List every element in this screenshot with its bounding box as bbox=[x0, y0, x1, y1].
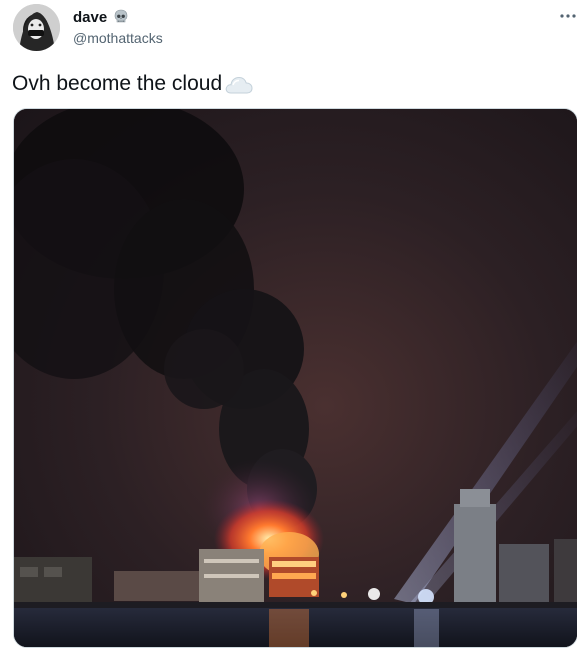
tweet-header: dave @mothattacks bbox=[0, 0, 577, 60]
author-display-name[interactable]: dave bbox=[73, 9, 107, 26]
tweet-text-body: Ovh become the cloud bbox=[12, 72, 223, 95]
fire-photo-image bbox=[14, 109, 577, 647]
author-name-row[interactable]: dave bbox=[73, 7, 130, 27]
tweet-photo[interactable] bbox=[13, 108, 577, 648]
more-options-icon[interactable] bbox=[559, 7, 577, 25]
author-handle[interactable]: @mothattacks bbox=[73, 30, 163, 46]
avatar-image bbox=[13, 4, 60, 51]
skull-icon bbox=[112, 8, 130, 26]
cloud-icon bbox=[224, 71, 254, 97]
tweet-text: Ovh become the cloud bbox=[12, 70, 254, 98]
avatar[interactable] bbox=[13, 4, 60, 51]
